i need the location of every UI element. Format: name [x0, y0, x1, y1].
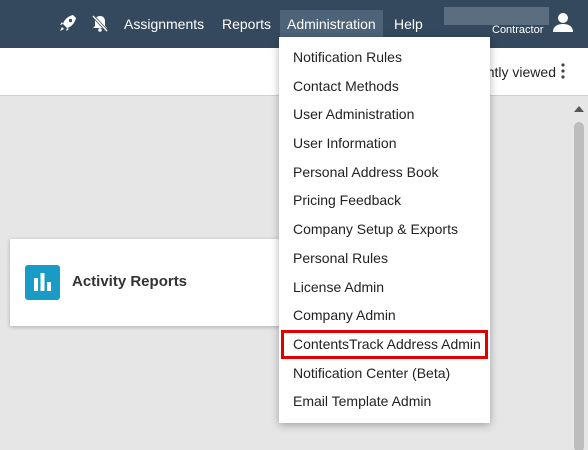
menu-item-notification-rules[interactable]: Notification Rules: [279, 43, 490, 72]
user-name-box: [444, 7, 549, 25]
menu-item-pricing-feedback[interactable]: Pricing Feedback: [279, 186, 490, 215]
menu-item-notification-center-beta[interactable]: Notification Center (Beta): [279, 359, 490, 388]
menu-item-email-template-admin[interactable]: Email Template Admin: [279, 387, 490, 416]
card-title: Activity Reports: [72, 273, 188, 290]
user-role: Contractor: [492, 24, 544, 36]
administration-dropdown-menu: Notification Rules Contact Methods User …: [279, 37, 490, 423]
scroll-up-arrow-icon[interactable]: [572, 102, 586, 116]
menu-item-contentstrack-address-admin[interactable]: ContentsTrack Address Admin: [281, 329, 488, 359]
recently-viewed-label[interactable]: ntly viewed: [487, 64, 556, 80]
bell-off-icon[interactable]: [90, 13, 110, 33]
rocket-icon[interactable]: [58, 13, 78, 33]
menu-item-company-setup-exports[interactable]: Company Setup & Exports: [279, 215, 490, 244]
menu-item-user-information[interactable]: User Information: [279, 129, 490, 158]
nav-assignments[interactable]: Assignments: [124, 0, 204, 48]
menu-item-personal-rules[interactable]: Personal Rules: [279, 244, 490, 273]
activity-reports-card[interactable]: Activity Reports: [10, 239, 310, 326]
menu-item-user-administration[interactable]: User Administration: [279, 100, 490, 129]
menu-item-personal-address-book[interactable]: Personal Address Book: [279, 158, 490, 187]
user-icon[interactable]: [552, 11, 574, 33]
bar-chart-icon: [25, 265, 60, 300]
menu-item-company-admin[interactable]: Company Admin: [279, 301, 490, 330]
nav-reports[interactable]: Reports: [222, 0, 271, 48]
menu-item-contact-methods[interactable]: Contact Methods: [279, 72, 490, 101]
scrollbar-thumb[interactable]: [574, 122, 584, 450]
nav-administration[interactable]: Administration: [280, 10, 383, 38]
more-vertical-icon[interactable]: [559, 62, 567, 80]
menu-item-license-admin[interactable]: License Admin: [279, 273, 490, 302]
